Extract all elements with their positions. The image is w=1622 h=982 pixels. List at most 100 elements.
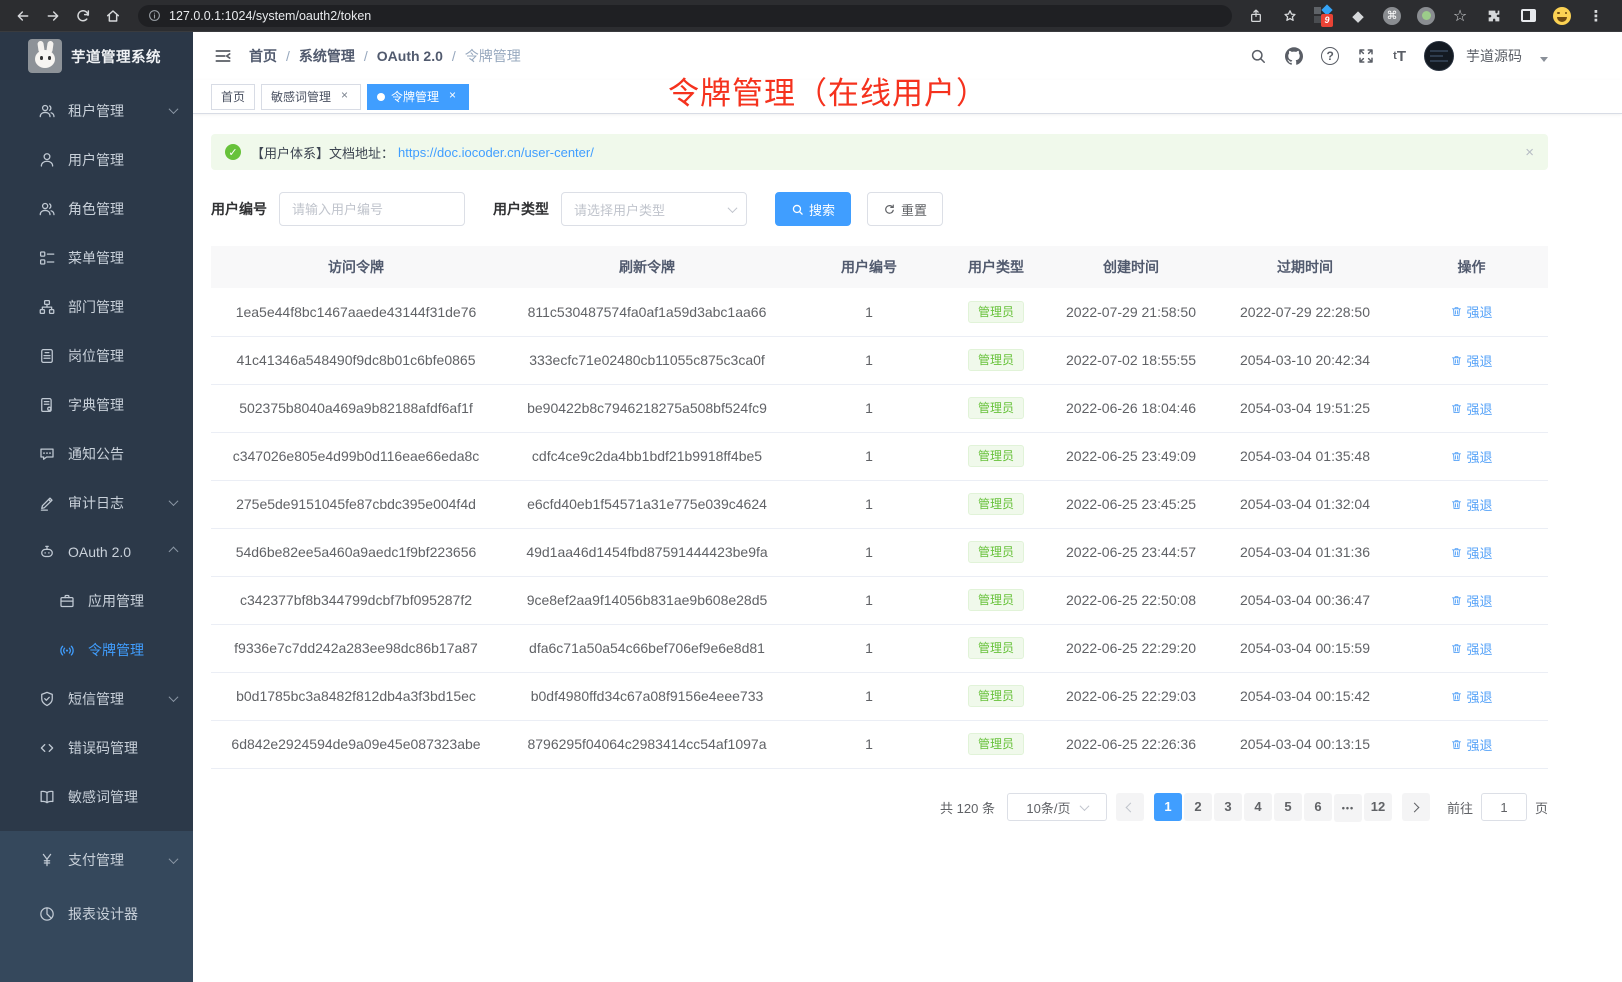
page-size-select[interactable]: 10条/页	[1007, 793, 1107, 821]
badge-icon	[38, 347, 56, 365]
force-logout-button[interactable]: 强退	[1450, 591, 1492, 610]
force-logout-button[interactable]: 强退	[1450, 351, 1492, 370]
sidebar-item-label: 字典管理	[68, 395, 124, 415]
share-icon[interactable]	[1246, 6, 1266, 26]
sidebar-item-tenant[interactable]: 租户管理	[0, 86, 193, 135]
info-icon[interactable]	[148, 9, 161, 22]
app-logo[interactable]: 芋道管理系统	[0, 32, 193, 80]
page-ellipsis[interactable]: •••	[1334, 794, 1362, 822]
sidebar-item-oauth2-token[interactable]: 令牌管理	[0, 625, 193, 674]
page-button-6[interactable]: 6	[1304, 793, 1332, 821]
sidebar-item-sms[interactable]: 短信管理	[0, 674, 193, 723]
breadcrumb-item[interactable]: 系统管理	[299, 46, 355, 66]
forward-icon[interactable]	[40, 3, 66, 29]
alert-doc-link[interactable]: https://doc.iocoder.cn/user-center/	[398, 145, 594, 160]
force-logout-button[interactable]: 强退	[1450, 302, 1492, 321]
user-type-cell: 管理员	[945, 528, 1047, 576]
sidebar-item-oauth2-app[interactable]: 应用管理	[0, 576, 193, 625]
people-icon	[38, 200, 56, 218]
table-body: 1ea5e44f8bc1467aaede43144f31de76811c5304…	[211, 288, 1548, 768]
kebab-menu-icon[interactable]: ⋮	[1586, 6, 1606, 26]
tab-close-icon[interactable]: ×	[338, 90, 351, 103]
sidebar-item-notice[interactable]: 通知公告	[0, 429, 193, 478]
reset-button[interactable]: 重置	[867, 192, 943, 226]
tab-home[interactable]: 首页	[211, 84, 255, 110]
home-icon[interactable]	[100, 3, 126, 29]
sidebar-item-sensitive-word[interactable]: 敏感词管理	[0, 772, 193, 821]
breadcrumb-separator: /	[286, 48, 290, 64]
logo-avatar	[28, 39, 62, 73]
force-logout-button[interactable]: 强退	[1450, 399, 1492, 418]
force-logout-button[interactable]: 强退	[1450, 495, 1492, 514]
page-button-12[interactable]: 12	[1364, 793, 1392, 821]
tab-token[interactable]: 令牌管理×	[367, 84, 469, 110]
sidebar-item-error-code[interactable]: 错误码管理	[0, 723, 193, 772]
back-icon[interactable]	[10, 3, 36, 29]
force-logout-button[interactable]: 强退	[1450, 735, 1492, 754]
page-button-1[interactable]: 1	[1154, 793, 1182, 821]
collapse-menu-icon[interactable]	[213, 46, 233, 66]
goto-page-input[interactable]	[1481, 793, 1527, 821]
prev-page-button[interactable]	[1116, 793, 1144, 821]
page-button-5[interactable]: 5	[1274, 793, 1302, 821]
next-page-button[interactable]	[1402, 793, 1430, 821]
sidebar-item-post[interactable]: 岗位管理	[0, 331, 193, 380]
sidebar-item-audit-log[interactable]: 审计日志	[0, 478, 193, 527]
force-logout-button[interactable]: 强退	[1450, 543, 1492, 562]
help-icon[interactable]: ?	[1321, 47, 1339, 65]
user-caret-down-icon[interactable]	[1540, 57, 1548, 62]
sidebar: 芋道管理系统 租户管理用户管理角色管理菜单管理部门管理岗位管理字典管理通知公告审…	[0, 32, 193, 982]
gem-icon[interactable]: ◆	[1348, 6, 1368, 26]
tab-close-icon[interactable]: ×	[446, 90, 459, 103]
user-avatar[interactable]	[1424, 41, 1454, 71]
sidebar-item-menu[interactable]: 菜单管理	[0, 233, 193, 282]
table-row: c342377bf8b344799dcbf7bf095287f29ce8ef2a…	[211, 576, 1548, 624]
fullscreen-icon[interactable]	[1357, 47, 1375, 65]
user-type-select[interactable]: 请选择用户类型	[561, 192, 747, 226]
address-bar[interactable]: 127.0.0.1:1024/system/oauth2/token	[138, 5, 1232, 27]
breadcrumb: 首页/系统管理/OAuth 2.0/令牌管理	[249, 46, 521, 66]
star-icon[interactable]	[1280, 6, 1300, 26]
page-button-4[interactable]: 4	[1244, 793, 1272, 821]
goto-suffix: 页	[1535, 798, 1548, 817]
user-name[interactable]: 芋道源码	[1466, 46, 1522, 66]
sidebar-item-oauth2[interactable]: OAuth 2.0	[0, 527, 193, 576]
expire-time-cell: 2054-03-04 00:36:47	[1215, 576, 1395, 624]
force-logout-button[interactable]: 强退	[1450, 639, 1492, 658]
sidebar-item-pay[interactable]: 支付管理	[0, 833, 193, 887]
force-logout-button[interactable]: 强退	[1450, 687, 1492, 706]
reload-icon[interactable]	[70, 3, 96, 29]
search-button[interactable]: 搜索	[775, 192, 851, 226]
breadcrumb-item[interactable]: 首页	[249, 46, 277, 66]
alert-close-icon[interactable]: ×	[1525, 144, 1534, 161]
github-icon[interactable]	[1285, 47, 1303, 65]
user-type-badge: 管理员	[968, 637, 1024, 659]
table-row: 1ea5e44f8bc1467aaede43144f31de76811c5304…	[211, 288, 1548, 336]
page-button-3[interactable]: 3	[1214, 793, 1242, 821]
tab-sensitive-word[interactable]: 敏感词管理×	[261, 84, 361, 110]
select-caret-icon	[1079, 801, 1089, 811]
record-circle-icon[interactable]	[1416, 6, 1436, 26]
breadcrumb-item[interactable]: OAuth 2.0	[377, 48, 443, 64]
action-cell: 强退	[1395, 480, 1548, 528]
command-circle-icon[interactable]: ⌘	[1382, 6, 1402, 26]
sidebar-item-user[interactable]: 用户管理	[0, 135, 193, 184]
emoji-icon[interactable]	[1552, 6, 1572, 26]
user-id-cell: 1	[793, 672, 945, 720]
briefcase-icon	[58, 592, 76, 610]
sidebar-toggle-icon[interactable]	[1518, 6, 1538, 26]
sidebar-item-dict[interactable]: 字典管理	[0, 380, 193, 429]
font-size-icon[interactable]: tT	[1393, 48, 1406, 65]
tab-label: 首页	[221, 88, 245, 105]
action-cell: 强退	[1395, 528, 1548, 576]
green-star-icon[interactable]: ☆	[1450, 6, 1470, 26]
user-id-input[interactable]	[279, 192, 465, 226]
sidebar-item-report-designer[interactable]: 报表设计器	[0, 887, 193, 941]
search-icon[interactable]	[1249, 47, 1267, 65]
force-logout-button[interactable]: 强退	[1450, 447, 1492, 466]
puzzle-icon[interactable]	[1484, 6, 1504, 26]
page-button-2[interactable]: 2	[1184, 793, 1212, 821]
extensions-grid-icon[interactable]: 9	[1314, 6, 1334, 26]
sidebar-item-dept[interactable]: 部门管理	[0, 282, 193, 331]
sidebar-item-role[interactable]: 角色管理	[0, 184, 193, 233]
